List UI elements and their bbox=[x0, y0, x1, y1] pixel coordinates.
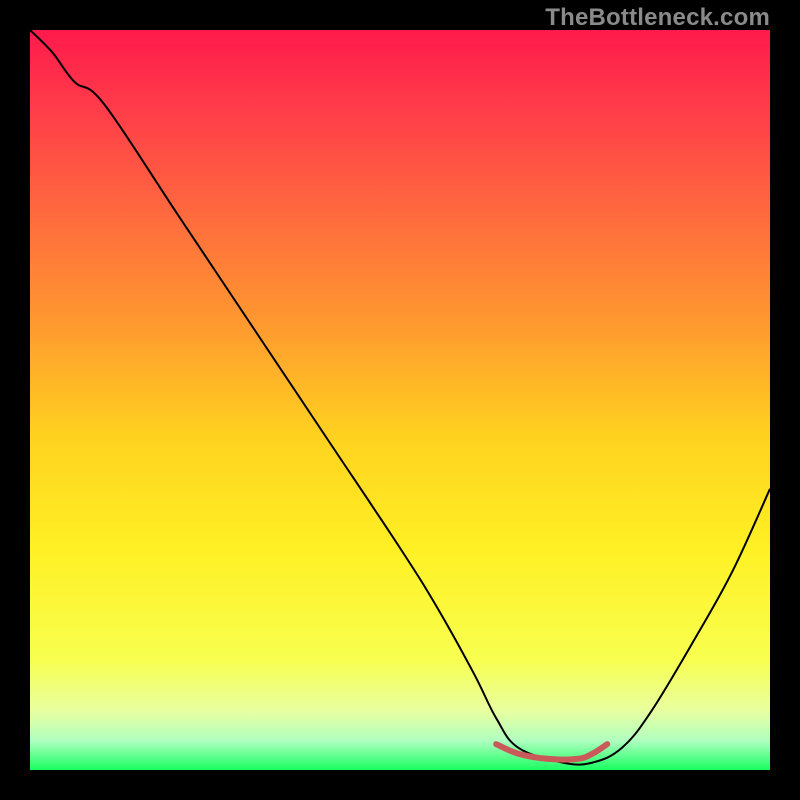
chart-background bbox=[30, 30, 770, 770]
chart-frame: TheBottleneck.com bbox=[0, 0, 800, 800]
chart-svg bbox=[30, 30, 770, 770]
watermark-text: TheBottleneck.com bbox=[545, 4, 770, 32]
chart-plot-area bbox=[30, 30, 770, 770]
